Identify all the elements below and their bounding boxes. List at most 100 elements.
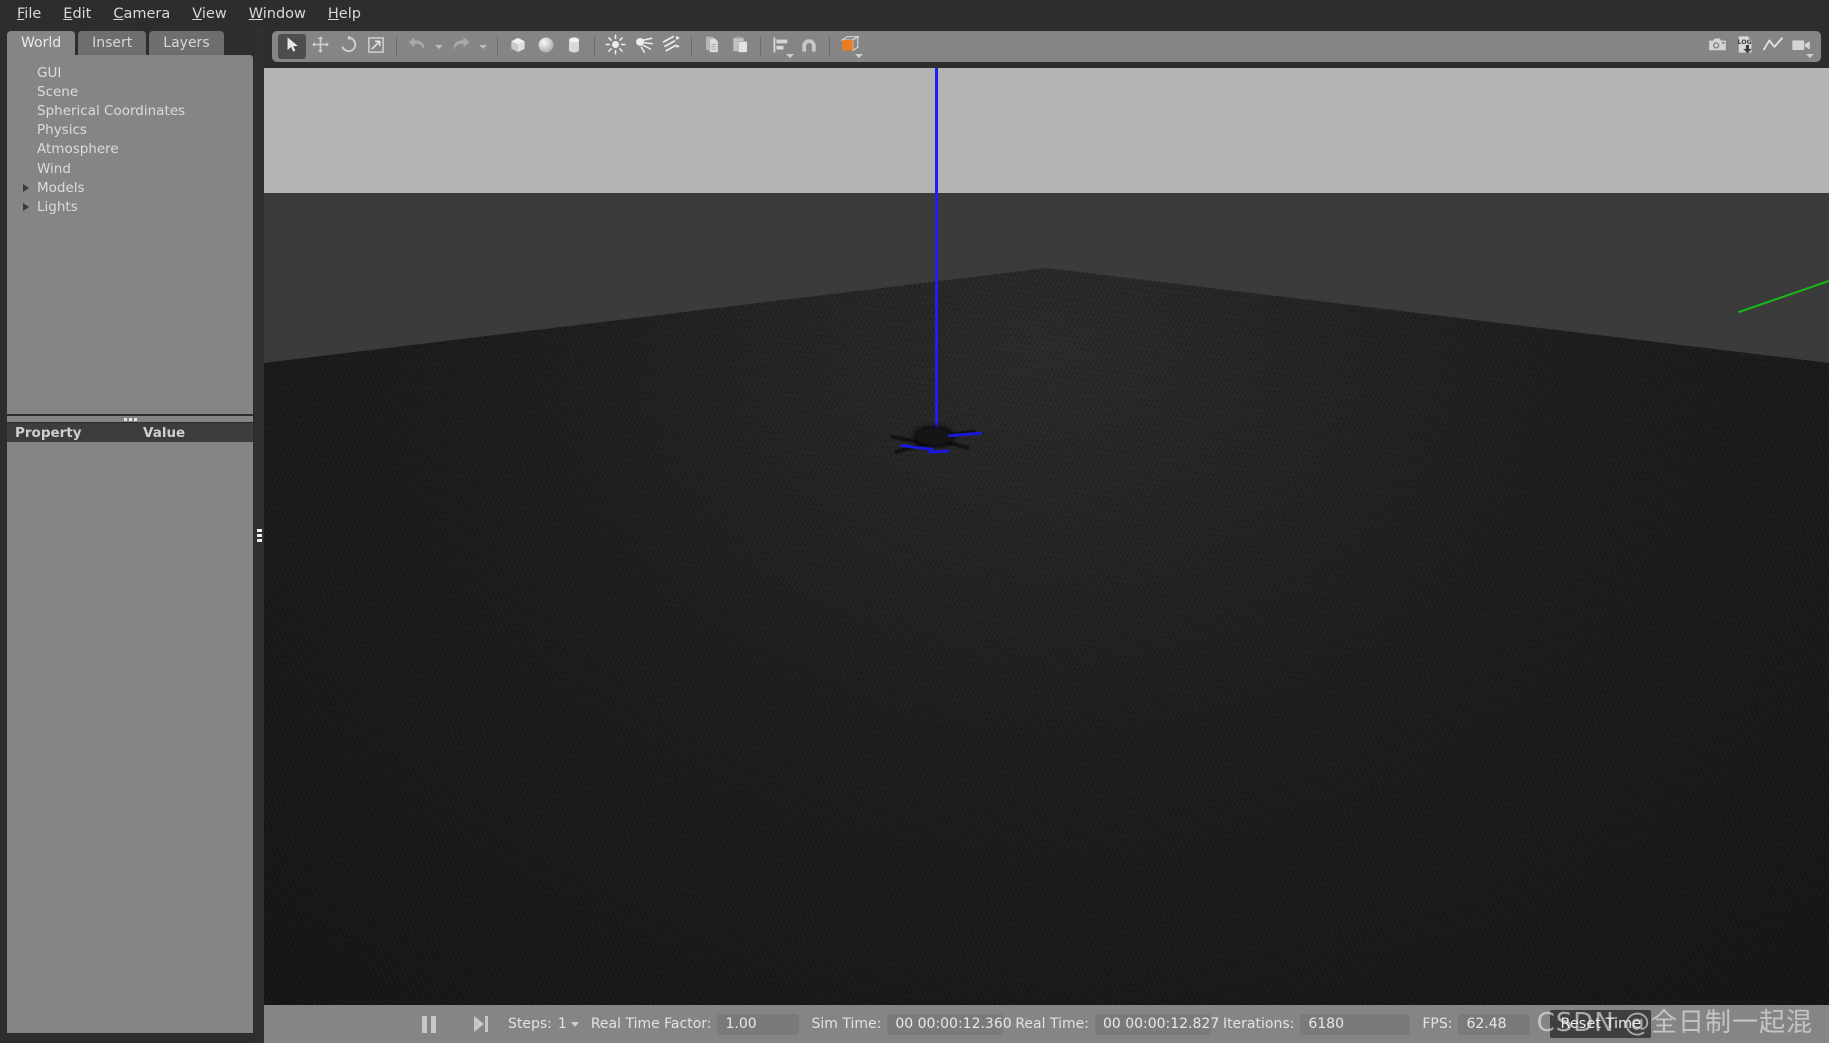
tree-item-wind-label: Wind bbox=[37, 160, 71, 177]
ground-texture-overlay bbox=[264, 268, 1829, 1005]
menu-camera[interactable]: Camera bbox=[102, 2, 181, 26]
menu-edit[interactable]: Edit bbox=[52, 2, 102, 26]
tree-item-atmosphere[interactable]: Atmosphere bbox=[7, 140, 253, 159]
menu-file-rest: ile bbox=[24, 5, 42, 22]
spot-light-icon bbox=[633, 34, 654, 59]
toolbar-separator bbox=[760, 36, 761, 57]
step-forward-button[interactable] bbox=[466, 1011, 496, 1037]
screenshot-camera-icon bbox=[1707, 34, 1728, 59]
undo-dropdown-button[interactable] bbox=[431, 34, 447, 59]
video-record-button[interactable] bbox=[1787, 34, 1815, 59]
steps-value[interactable]: 1 bbox=[558, 1016, 567, 1032]
redo-button[interactable] bbox=[447, 34, 475, 59]
tree-item-gui[interactable]: GUI bbox=[7, 63, 253, 82]
scale-icon bbox=[367, 36, 385, 58]
align-button[interactable] bbox=[767, 34, 795, 59]
toolbar-separator bbox=[829, 36, 830, 57]
insert-directional-light-button[interactable] bbox=[657, 34, 685, 59]
tree-item-scene-label: Scene bbox=[37, 83, 79, 100]
drone-body bbox=[916, 428, 952, 445]
step-forward-icon bbox=[474, 1016, 488, 1032]
tab-world-label: World bbox=[21, 35, 62, 51]
tab-layers[interactable]: Layers bbox=[149, 31, 224, 55]
drone-propeller-blade bbox=[927, 449, 951, 454]
undo-icon bbox=[407, 35, 427, 59]
tree-item-wind[interactable]: Wind bbox=[7, 159, 253, 178]
tree-item-spherical-coordinates[interactable]: Spherical Coordinates bbox=[7, 101, 253, 120]
steps-dropdown-icon[interactable] bbox=[570, 1021, 579, 1027]
real-time-label: Real Time: bbox=[1015, 1016, 1089, 1032]
translate-icon bbox=[311, 35, 330, 58]
expand-arrow-icon[interactable] bbox=[15, 183, 37, 192]
splitter-grip-icon bbox=[123, 417, 137, 421]
toolbar-separator bbox=[594, 36, 595, 57]
screenshot-button[interactable] bbox=[1703, 34, 1731, 59]
rotate-mode-button[interactable] bbox=[334, 34, 362, 59]
tree-item-lights[interactable]: Lights bbox=[7, 197, 253, 216]
tree-item-gui-label: GUI bbox=[37, 64, 62, 81]
plot-line-icon bbox=[1762, 34, 1784, 60]
menu-window-rest: indow bbox=[262, 5, 306, 22]
menu-window[interactable]: Window bbox=[238, 2, 317, 26]
dock-tab-bar: World Insert Layers bbox=[7, 31, 224, 55]
log-record-button[interactable]: LOG bbox=[1731, 34, 1759, 59]
translate-mode-button[interactable] bbox=[306, 34, 334, 59]
pause-button[interactable] bbox=[414, 1011, 444, 1037]
menu-view[interactable]: View bbox=[181, 2, 237, 26]
insert-point-light-button[interactable] bbox=[601, 34, 629, 59]
dock-horizontal-splitter[interactable] bbox=[7, 416, 253, 422]
real-time-factor-value: 1.00 bbox=[717, 1013, 800, 1035]
copy-icon bbox=[703, 35, 722, 58]
main-toolbar: LOG bbox=[272, 31, 1821, 62]
menu-view-rest: iew bbox=[201, 5, 227, 22]
reset-time-button[interactable]: Reset Time bbox=[1550, 1010, 1652, 1038]
menu-help[interactable]: Help bbox=[317, 2, 372, 26]
insert-sphere-button[interactable] bbox=[532, 34, 560, 59]
property-column-header[interactable]: Property bbox=[7, 425, 135, 441]
dock-vertical-splitter[interactable] bbox=[255, 27, 264, 1043]
cylinder-icon bbox=[564, 35, 584, 59]
menu-bar: File Edit Camera View Window Help bbox=[0, 0, 1829, 27]
tree-item-models[interactable]: Models bbox=[7, 178, 253, 197]
point-light-icon bbox=[605, 34, 626, 59]
render-viewport[interactable] bbox=[264, 68, 1829, 1005]
copy-button[interactable] bbox=[698, 34, 726, 59]
quadcopter-drone[interactable] bbox=[874, 420, 994, 460]
redo-dropdown-button[interactable] bbox=[475, 34, 491, 59]
insert-spot-light-button[interactable] bbox=[629, 34, 657, 59]
tree-item-physics-label: Physics bbox=[37, 122, 87, 139]
select-arrow-icon bbox=[284, 36, 301, 57]
directional-light-icon bbox=[661, 34, 682, 59]
menu-edit-rest: dit bbox=[72, 5, 92, 22]
snap-magnet-icon bbox=[799, 35, 819, 59]
select-mode-button[interactable] bbox=[278, 34, 306, 59]
fps-value: 62.48 bbox=[1458, 1013, 1531, 1035]
tree-item-physics[interactable]: Physics bbox=[7, 121, 253, 140]
tree-item-scene[interactable]: Scene bbox=[7, 82, 253, 101]
menu-file[interactable]: File bbox=[6, 2, 52, 26]
tab-world[interactable]: World bbox=[7, 31, 76, 55]
scale-mode-button[interactable] bbox=[362, 34, 390, 59]
paste-button[interactable] bbox=[726, 34, 754, 59]
svg-text:LOG: LOG bbox=[1737, 39, 1751, 46]
undo-button[interactable] bbox=[403, 34, 431, 59]
real-time-factor-label: Real Time Factor: bbox=[590, 1016, 712, 1032]
menu-camera-rest: amera bbox=[123, 5, 171, 22]
insert-box-button[interactable] bbox=[504, 34, 532, 59]
toolbar-separator bbox=[497, 36, 498, 57]
rotate-icon bbox=[339, 35, 358, 58]
plotting-button[interactable] bbox=[1759, 34, 1787, 59]
steps-label: Steps: bbox=[508, 1016, 552, 1032]
insert-cylinder-button[interactable] bbox=[560, 34, 588, 59]
world-tree-panel: GUI Scene Spherical Coordinates Physics … bbox=[7, 55, 253, 414]
value-column-header[interactable]: Value bbox=[135, 425, 185, 441]
splitter-grip-icon bbox=[257, 528, 262, 542]
view-angle-button[interactable] bbox=[836, 34, 864, 59]
tree-item-models-label: Models bbox=[37, 179, 85, 196]
log-record-icon: LOG bbox=[1735, 34, 1756, 59]
expand-arrow-icon[interactable] bbox=[15, 202, 37, 211]
world-tree-list: GUI Scene Spherical Coordinates Physics … bbox=[7, 55, 253, 217]
tab-insert-label: Insert bbox=[92, 35, 133, 51]
snap-button[interactable] bbox=[795, 34, 823, 59]
tab-insert[interactable]: Insert bbox=[78, 31, 147, 55]
